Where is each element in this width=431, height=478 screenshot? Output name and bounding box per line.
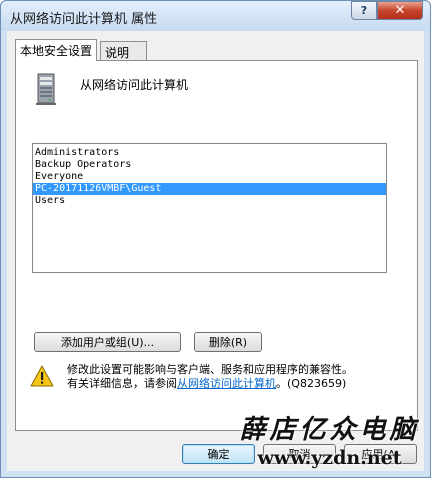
policy-help-link[interactable]: 从网络访问此计算机 [177, 377, 276, 390]
watermark: 薛店亿众电脑 www.yzdn.net [227, 413, 431, 478]
close-button[interactable]: ✕ [377, 1, 423, 20]
watermark-url: www.yzdn.net [257, 447, 402, 469]
properties-dialog: 从网络访问此计算机 属性 ? ✕ 本地安全设置 说明 从网络访问此计算机 Adm… [0, 0, 431, 478]
policy-name: 从网络访问此计算机 [80, 78, 189, 92]
account-list[interactable]: Administrators Backup Operators Everyone… [32, 143, 387, 273]
warning-prefix: 有关详细信息，请参阅 [67, 377, 177, 390]
remove-button[interactable]: 删除(R) [194, 332, 262, 352]
help-icon: ? [360, 4, 368, 17]
watermark-text: 薛店亿众电脑 [239, 415, 420, 445]
server-icon [36, 73, 56, 105]
help-button[interactable]: ? [351, 1, 377, 20]
dialog-body: 本地安全设置 说明 从网络访问此计算机 Administrators Backu… [7, 31, 424, 471]
list-item[interactable]: Administrators [33, 147, 386, 159]
tab-explain[interactable]: 说明 [100, 41, 147, 62]
list-item[interactable]: Backup Operators [33, 159, 386, 171]
tab-panel: 从网络访问此计算机 Administrators Backup Operator… [15, 60, 418, 431]
warning-details: 有关详细信息，请参阅从网络访问此计算机。(Q823659) [67, 375, 346, 391]
tab-local-security-setting[interactable]: 本地安全设置 [15, 39, 98, 61]
close-icon: ✕ [394, 3, 406, 18]
warning-suffix: 。(Q823659) [276, 377, 347, 390]
warning-icon [30, 365, 54, 387]
list-item[interactable]: Users [33, 195, 386, 207]
window-title: 从网络访问此计算机 属性 [10, 12, 158, 27]
list-item-selected[interactable]: PC-20171126VMBF\Guest [33, 183, 386, 195]
add-user-or-group-button[interactable]: 添加用户或组(U)... [34, 332, 181, 352]
title-bar[interactable]: 从网络访问此计算机 属性 ? ✕ [1, 1, 430, 31]
list-item[interactable]: Everyone [33, 171, 386, 183]
